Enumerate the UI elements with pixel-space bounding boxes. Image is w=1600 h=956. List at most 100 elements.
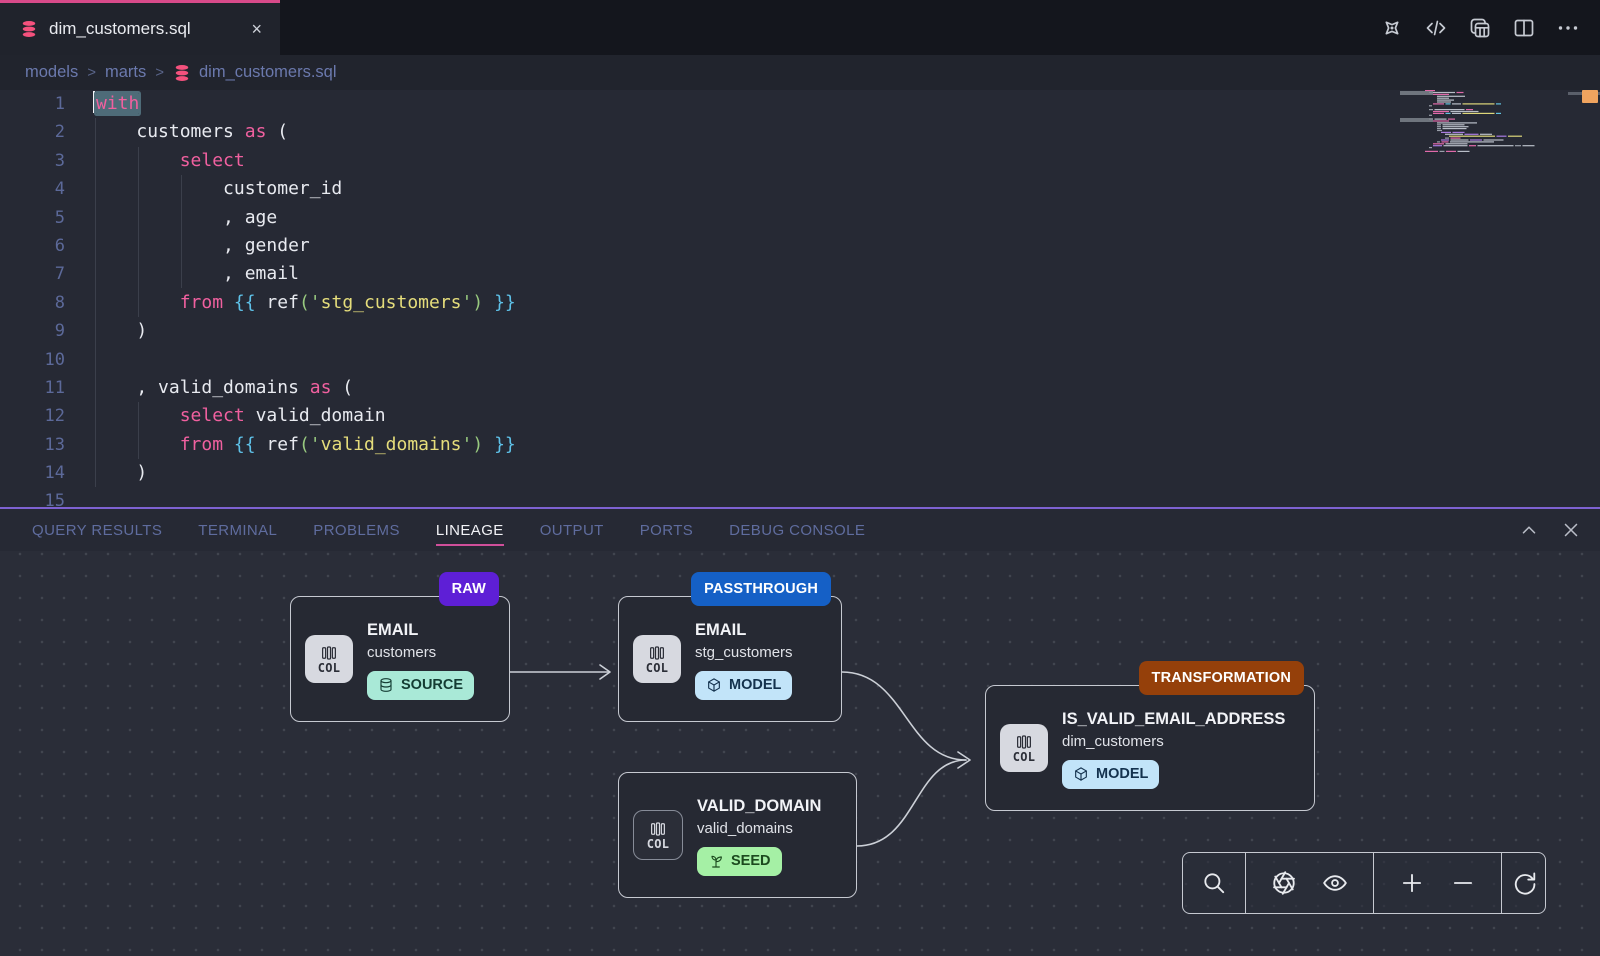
table-name: valid_domains	[697, 818, 821, 840]
column-chip: COL	[1000, 724, 1048, 772]
code-line: 8 from {{ ref('stg_customers') }}	[0, 289, 1600, 317]
collapse-panel-icon[interactable]	[1518, 519, 1540, 541]
line-number: 7	[0, 260, 65, 288]
tab-label: dim_customers.sql	[49, 19, 236, 39]
line-number: 4	[0, 175, 65, 203]
indent-guide	[181, 175, 182, 288]
table-name: customers	[367, 642, 474, 664]
panel-tab-output[interactable]: OUTPUT	[540, 509, 604, 551]
panel-tab-query-results[interactable]: QUERY RESULTS	[32, 509, 162, 551]
duplicate-table-icon[interactable]	[1468, 16, 1492, 40]
zoom-out-icon[interactable]	[1450, 870, 1476, 896]
line-number: 9	[0, 317, 65, 345]
resource-type-badge: MODEL	[695, 671, 792, 700]
indent-guide	[138, 402, 139, 459]
panel-tabbar: QUERY RESULTS TERMINAL PROBLEMS LINEAGE OUTP…	[0, 509, 1600, 551]
search-icon[interactable]	[1201, 870, 1227, 896]
database-icon	[378, 677, 394, 693]
line-number: 11	[0, 374, 65, 402]
dbt-extension-icon[interactable]	[1380, 16, 1404, 40]
refresh-icon[interactable]	[1511, 870, 1537, 896]
columns-icon	[648, 820, 668, 838]
breadcrumb-folder[interactable]: marts	[105, 63, 146, 82]
code-line: 1with	[0, 90, 1600, 118]
column-chip: COL	[305, 635, 353, 683]
columns-icon	[319, 644, 339, 662]
panel-tab-terminal[interactable]: TERMINAL	[198, 509, 277, 551]
line-number: 6	[0, 232, 65, 260]
lineage-node-customers[interactable]: COL EMAIL customers SOURCE RAW	[290, 596, 510, 722]
line-number: 10	[0, 346, 65, 374]
code-line: 15	[0, 487, 1600, 507]
overview-ruler-marker[interactable]	[1582, 90, 1598, 103]
column-name: EMAIL	[367, 619, 474, 642]
cube-icon	[706, 677, 722, 693]
breadcrumb-separator: >	[155, 64, 164, 81]
editor-tabbar: dim_customers.sql ×	[0, 0, 1600, 55]
line-number: 3	[0, 147, 65, 175]
code-line: 12 select valid_domain	[0, 402, 1600, 430]
lineage-node-dim_customers[interactable]: COL IS_VALID_EMAIL_ADDRESS dim_customers…	[985, 685, 1315, 811]
panel-tab-ports[interactable]: PORTS	[640, 509, 693, 551]
column-name: IS_VALID_EMAIL_ADDRESS	[1062, 708, 1285, 731]
line-number: 13	[0, 431, 65, 459]
line-number: 1	[0, 90, 65, 118]
code-line: 5 , age	[0, 204, 1600, 232]
breadcrumb-folder[interactable]: models	[25, 63, 78, 82]
split-editor-icon[interactable]	[1512, 16, 1536, 40]
line-number: 14	[0, 459, 65, 487]
columns-icon	[647, 644, 667, 662]
tab-dim-customers[interactable]: dim_customers.sql ×	[0, 0, 280, 55]
breadcrumb-separator: >	[87, 64, 96, 81]
tab-close-icon[interactable]: ×	[247, 18, 266, 40]
panel-tab-problems[interactable]: PROBLEMS	[313, 509, 400, 551]
panel-tab-lineage[interactable]: LINEAGE	[436, 509, 504, 551]
zoom-in-icon[interactable]	[1399, 870, 1425, 896]
column-name: EMAIL	[695, 619, 793, 642]
columns-icon	[1014, 733, 1034, 751]
panel-tab-debug-console[interactable]: DEBUG CONSOLE	[729, 509, 865, 551]
seedling-icon	[708, 853, 724, 869]
app-window: dim_customers.sql × models > marts > dim_cus…	[0, 0, 1600, 956]
code-line: 14 )	[0, 459, 1600, 487]
text-cursor	[93, 91, 95, 113]
toolbar-group	[1183, 853, 1246, 913]
breadcrumb-file[interactable]: dim_customers.sql	[173, 63, 337, 82]
close-panel-icon[interactable]	[1560, 519, 1582, 541]
table-name: stg_customers	[695, 642, 793, 664]
code-line: 3 select	[0, 147, 1600, 175]
code-icon[interactable]	[1424, 16, 1448, 40]
minimap-highlight	[1400, 91, 1433, 95]
resource-type-badge: MODEL	[1062, 760, 1159, 789]
code-line: 9 )	[0, 317, 1600, 345]
tabbar-actions	[1380, 0, 1600, 55]
lineage-node-valid_domains[interactable]: COL VALID_DOMAIN valid_domains SEED	[618, 772, 857, 898]
line-number: 8	[0, 289, 65, 317]
toolbar-group	[1246, 853, 1374, 913]
minimap[interactable]	[1425, 90, 1540, 174]
indent-guide	[95, 118, 96, 487]
code-line: 13 from {{ ref('valid_domains') }}	[0, 431, 1600, 459]
lineage-node-stg_customers[interactable]: COL EMAIL stg_customers MODEL PASSTHROUG…	[618, 596, 842, 722]
line-number: 12	[0, 402, 65, 430]
toolbar-group	[1374, 853, 1502, 913]
toolbar-group	[1502, 853, 1545, 913]
code-editor[interactable]: 1with2 customers as (3 select4 customer_…	[0, 90, 1600, 507]
resource-type-badge: SOURCE	[367, 671, 474, 700]
lineage-toolbar	[1182, 852, 1546, 914]
code-line: 4 customer_id	[0, 175, 1600, 203]
category-tag-passthrough: PASSTHROUGH	[691, 572, 831, 606]
category-tag-raw: RAW	[439, 572, 499, 606]
panel-actions	[1518, 519, 1582, 541]
more-actions-icon[interactable]	[1556, 16, 1580, 40]
column-chip: COL	[633, 810, 683, 860]
column-name: VALID_DOMAIN	[697, 795, 821, 818]
aperture-icon[interactable]	[1271, 870, 1297, 896]
resource-type-badge: SEED	[697, 847, 782, 876]
lineage-canvas[interactable]: COL EMAIL customers SOURCE RAW COL EMAIL…	[0, 551, 1600, 956]
eye-icon[interactable]	[1322, 870, 1348, 896]
line-number: 15	[0, 487, 65, 507]
code-line: 7 , email	[0, 260, 1600, 288]
database-file-icon	[173, 64, 191, 82]
code-line: 11 , valid_domains as (	[0, 374, 1600, 402]
